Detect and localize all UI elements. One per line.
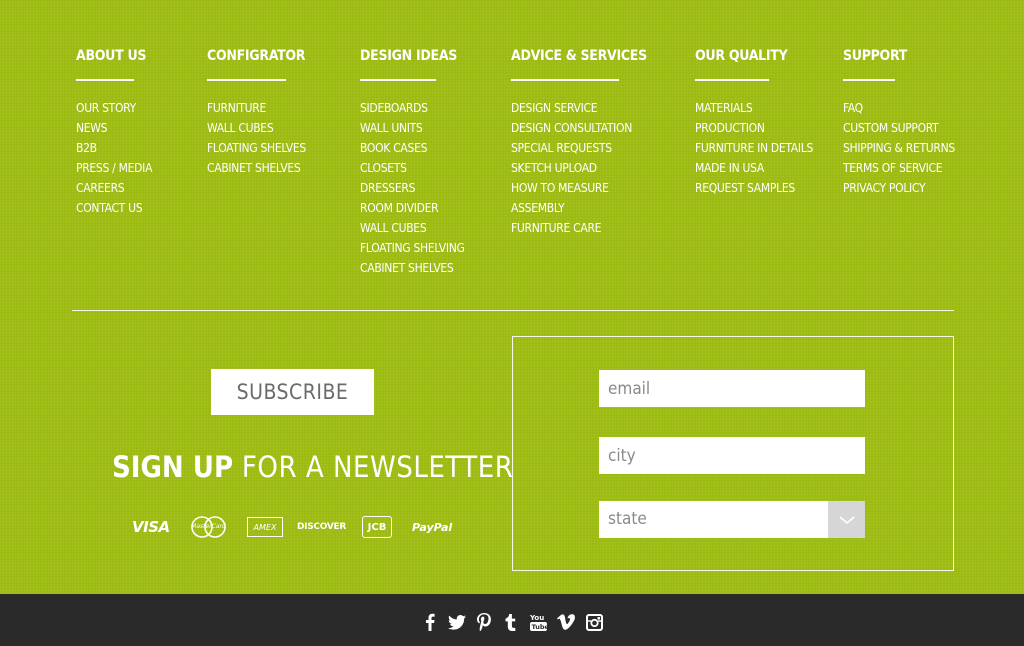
instagram-icon[interactable]	[585, 612, 603, 632]
footer-link[interactable]: CABINET SHELVES	[207, 158, 301, 178]
footer-link[interactable]: PRESS / MEDIA	[76, 158, 152, 178]
mastercard-icon: MasterCard	[190, 513, 227, 541]
footer-link[interactable]: OUR STORY	[76, 98, 136, 118]
discover-icon: DISCOVER	[297, 513, 347, 541]
footer-column-support: SUPPORT FAQ CUSTOM SUPPORT SHIPPING & RE…	[843, 48, 955, 198]
newsletter-heading-bold: SIGN UP	[112, 450, 234, 484]
footer-link[interactable]: DESIGN SERVICE	[511, 98, 619, 118]
tumblr-icon[interactable]	[504, 612, 518, 632]
column-heading-rule	[695, 79, 769, 81]
visa-icon: VISA	[132, 513, 174, 541]
footer-link[interactable]: DESIGN CONSULTATION	[511, 118, 632, 138]
footer-link[interactable]: PRODUCTION	[695, 118, 769, 138]
footer-column-about-us: ABOUT US OUR STORY NEWS B2B PRESS / MEDI…	[76, 48, 152, 218]
footer-link[interactable]: FURNITURE CARE	[511, 218, 619, 238]
footer-link[interactable]: SKETCH UPLOAD	[511, 158, 619, 178]
column-heading: DESIGN IDEAS	[360, 48, 458, 64]
paypal-label: PayPal	[412, 520, 453, 534]
newsletter-heading-rest: FOR A NEWSLETTER	[233, 450, 514, 484]
footer-column-our-quality: OUR QUALITY MATERIALS PRODUCTION FURNITU…	[695, 48, 813, 198]
state-select[interactable]: state	[599, 501, 865, 538]
footer-link[interactable]: CUSTOM SUPPORT	[843, 118, 939, 138]
footer-link[interactable]: HOW TO MEASURE	[511, 178, 619, 198]
email-field[interactable]	[599, 370, 865, 407]
footer-link[interactable]: FAQ	[843, 98, 895, 118]
paypal-icon: PayPal	[412, 513, 456, 541]
svg-text:Tube: Tube	[531, 623, 547, 631]
pinterest-icon[interactable]	[476, 612, 492, 632]
column-heading-rule	[511, 79, 619, 81]
footer-link[interactable]: FLOATING SHELVES	[207, 138, 306, 158]
newsletter-heading: SIGN UP FOR A NEWSLETTER	[112, 450, 513, 484]
footer-link[interactable]: WALL CUBES	[360, 218, 436, 238]
column-heading: ABOUT US	[76, 48, 147, 64]
discover-label: DISCOVER	[297, 522, 346, 532]
twitter-icon[interactable]	[447, 612, 467, 632]
visa-label: VISA	[132, 518, 170, 536]
footer-link[interactable]: CAREERS	[76, 178, 134, 198]
state-select-value: state	[608, 509, 647, 529]
amex-icon: AMEX	[247, 517, 283, 537]
column-heading: SUPPORT	[843, 48, 908, 64]
footer-link[interactable]: TERMS OF SERVICE	[843, 158, 943, 178]
footer-link[interactable]: REQUEST SAMPLES	[695, 178, 795, 198]
facebook-icon[interactable]	[423, 612, 437, 632]
footer-divider	[72, 310, 954, 311]
footer-link[interactable]: FURNITURE	[207, 98, 286, 118]
footer-link[interactable]: MADE IN USA	[695, 158, 769, 178]
amex-label: AMEX	[253, 522, 277, 532]
column-heading-rule	[843, 79, 895, 81]
footer-link[interactable]: CONTACT US	[76, 198, 143, 218]
footer-link[interactable]: FURNITURE IN DETAILS	[695, 138, 813, 158]
footer-link[interactable]: CABINET SHELVES	[360, 258, 454, 278]
footer-column-design-ideas: DESIGN IDEAS SIDEBOARDS WALL UNITS BOOK …	[360, 48, 465, 278]
payment-methods: VISA MasterCard AMEX DISCOVER JCB PayPal	[132, 513, 462, 541]
footer-link[interactable]: SHIPPING & RETURNS	[843, 138, 955, 158]
footer-link[interactable]: DRESSERS	[360, 178, 436, 198]
city-field[interactable]	[599, 437, 865, 474]
footer-link[interactable]: MATERIALS	[695, 98, 769, 118]
footer-link[interactable]: NEWS	[76, 118, 134, 138]
jcb-icon: JCB	[362, 516, 392, 538]
footer-column-advice-services: ADVICE & SERVICES DESIGN SERVICE DESIGN …	[511, 48, 647, 238]
column-heading-rule	[207, 79, 286, 81]
column-heading: OUR QUALITY	[695, 48, 788, 64]
footer-link[interactable]: WALL UNITS	[360, 118, 436, 138]
chevron-down-icon[interactable]	[828, 501, 865, 538]
footer-link[interactable]: CLOSETS	[360, 158, 436, 178]
footer-link[interactable]: B2B	[76, 138, 134, 158]
youtube-icon[interactable]: You Tube	[529, 612, 547, 632]
mastercard-label: MasterCard	[191, 523, 226, 530]
footer-link[interactable]: SPECIAL REQUESTS	[511, 138, 619, 158]
column-heading-rule	[76, 79, 134, 81]
footer-link[interactable]: ROOM DIVIDER	[360, 198, 439, 218]
footer-link[interactable]: SIDEBOARDS	[360, 98, 436, 118]
footer-column-configrator: CONFIGRATOR FURNITURE WALL CUBES FLOATIN…	[207, 48, 306, 178]
footer-link[interactable]: WALL CUBES	[207, 118, 286, 138]
svg-text:You: You	[530, 614, 544, 622]
footer-link[interactable]: ASSEMBLY	[511, 198, 619, 218]
column-heading-rule	[360, 79, 436, 81]
vimeo-icon[interactable]	[556, 612, 576, 632]
column-heading: ADVICE & SERVICES	[511, 48, 647, 64]
footer-link[interactable]: BOOK CASES	[360, 138, 436, 158]
footer-link[interactable]: PRIVACY POLICY	[843, 178, 926, 198]
column-heading: CONFIGRATOR	[207, 48, 306, 64]
subscribe-button[interactable]: SUBSCRIBE	[211, 369, 374, 415]
jcb-label: JCB	[367, 521, 387, 533]
footer-link[interactable]: FLOATING SHELVING	[360, 238, 465, 258]
